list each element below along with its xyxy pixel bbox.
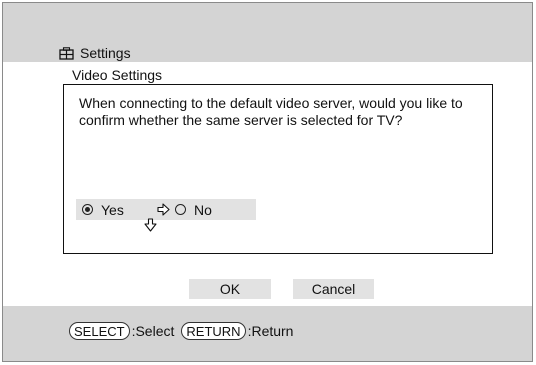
settings-icon: [59, 46, 74, 60]
arrow-right-icon: [157, 203, 170, 216]
select-key-label: :Select: [131, 323, 175, 339]
arrow-down-icon: [144, 218, 157, 232]
key-help: SELECT :Select RETURN :Return: [69, 321, 300, 341]
ok-button[interactable]: OK: [189, 279, 271, 299]
select-key-badge: SELECT: [69, 322, 130, 340]
section-title: Video Settings: [72, 67, 163, 83]
settings-header: Settings: [59, 45, 131, 61]
radio-selected-icon: [82, 204, 93, 215]
return-key-badge: RETURN: [181, 322, 246, 340]
option-yes[interactable]: Yes: [82, 199, 124, 220]
dialog-prompt: When connecting to the default video ser…: [79, 95, 463, 128]
page-title: Settings: [80, 45, 131, 61]
option-no[interactable]: No: [175, 199, 212, 220]
return-key-label: :Return: [247, 323, 294, 339]
radio-unselected-icon: [175, 204, 186, 215]
option-row: Yes No: [76, 199, 256, 232]
cancel-button[interactable]: Cancel: [293, 279, 374, 299]
option-yes-label: Yes: [101, 201, 124, 218]
settings-screen: Settings Video Settings When connecting …: [2, 2, 533, 362]
option-no-label: No: [194, 201, 212, 218]
confirm-dialog: When connecting to the default video ser…: [63, 84, 493, 254]
